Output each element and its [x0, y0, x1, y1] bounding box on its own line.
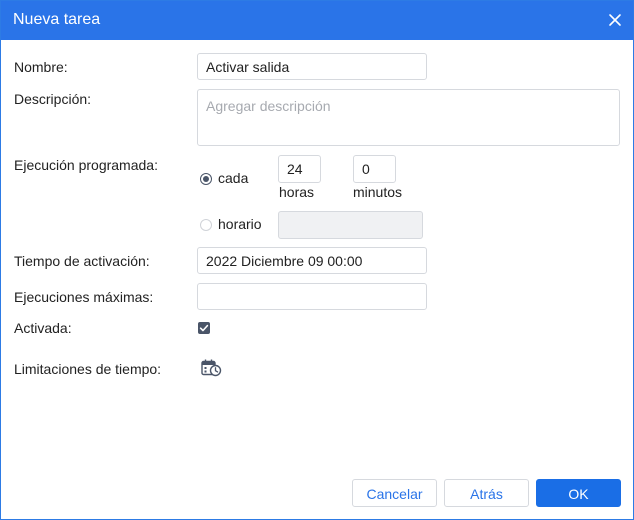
new-task-dialog: Nueva tarea Nombre: Descripción: Ejecuci… — [0, 0, 634, 520]
enabled-label: Activada: — [14, 320, 72, 336]
dialog-titlebar: Nueva tarea — [1, 1, 633, 40]
radio-every[interactable] — [200, 173, 212, 185]
max-runs-label: Ejecuciones máximas: — [14, 289, 154, 305]
radio-every-label: cada — [218, 170, 249, 186]
description-textarea[interactable] — [197, 89, 620, 146]
radio-schedule-label: horario — [218, 216, 262, 232]
minutes-unit-label: minutos — [353, 184, 403, 200]
ok-button[interactable]: OK — [536, 479, 621, 507]
name-input[interactable] — [197, 53, 427, 80]
hours-input[interactable] — [278, 155, 321, 183]
hours-unit-label: horas — [279, 184, 315, 200]
cancel-button[interactable]: Cancelar — [352, 479, 437, 507]
close-icon[interactable] — [605, 10, 625, 30]
minutes-input[interactable] — [353, 155, 396, 183]
description-label: Descripción: — [14, 91, 92, 107]
enabled-checkbox[interactable] — [198, 322, 210, 334]
time-limits-label: Limitaciones de tiempo: — [14, 361, 162, 377]
activation-time-input[interactable] — [197, 247, 427, 274]
dialog-title: Nueva tarea — [13, 11, 101, 28]
activation-time-label: Tiempo de activación: — [14, 253, 150, 269]
back-button[interactable]: Atrás — [444, 479, 529, 507]
name-label: Nombre: — [14, 59, 68, 75]
schedule-input[interactable] — [278, 211, 423, 239]
max-runs-input[interactable] — [197, 283, 427, 310]
schedule-label: Ejecución programada: — [14, 157, 158, 173]
radio-schedule[interactable] — [200, 219, 212, 231]
calendar-clock-icon[interactable] — [201, 359, 222, 377]
